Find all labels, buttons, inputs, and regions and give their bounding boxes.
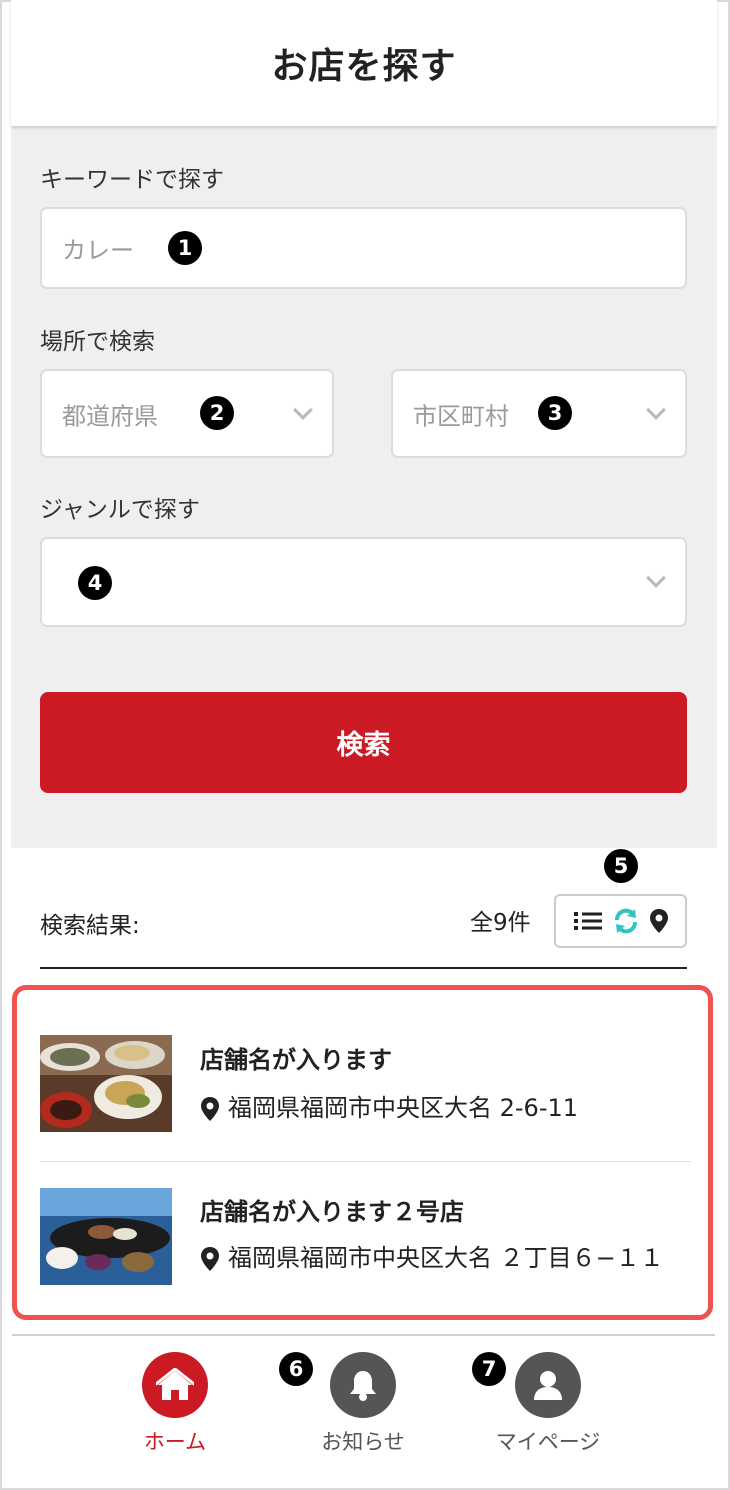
annotation-marker-6: 6 (279, 1352, 313, 1386)
prefecture-select[interactable]: 都道府県 (40, 369, 334, 458)
keyword-label: キーワードで探す (40, 167, 224, 193)
search-button-label: 検索 (336, 730, 391, 761)
annotation-marker-5: 5 (604, 849, 638, 883)
keyword-input[interactable]: カレー (40, 207, 687, 289)
annotation-marker-3: 3 (538, 396, 572, 430)
chevron-down-icon (646, 399, 666, 420)
shop-address: 福岡県福岡市中央区大名 ２丁目６−１１ (228, 1244, 664, 1272)
results-label: 検索結果: (40, 913, 140, 939)
list-item[interactable]: 店舗名が入ります２号店 福岡県福岡市中央区大名 ２丁目６−１１ (17, 1162, 708, 1315)
nav-item-mypage[interactable]: マイページ (488, 1352, 608, 1456)
page-title: お店を探す (271, 46, 457, 87)
annotation-marker-4: 4 (78, 566, 112, 600)
shop-thumbnail[interactable] (40, 1188, 172, 1285)
results-list: 店舗名が入ります 福岡県福岡市中央区大名 2-6-11 店舗名が入ります２号店 (12, 985, 713, 1320)
user-icon[interactable] (515, 1352, 581, 1418)
view-toggle[interactable] (554, 894, 687, 948)
annotation-marker-2: 2 (200, 396, 234, 430)
search-panel: キーワードで探す カレー 1 場所で検索 都道府県 2 市区町村 3 ジャンルで… (11, 126, 717, 848)
list-item[interactable]: 店舗名が入ります 福岡県福岡市中央区大名 2-6-11 (17, 990, 708, 1162)
shop-address: 福岡県福岡市中央区大名 2-6-11 (228, 1094, 579, 1122)
annotation-marker-1: 1 (168, 231, 202, 265)
chevron-down-icon (646, 568, 666, 588)
shop-name[interactable]: 店舗名が入ります (200, 1040, 392, 1075)
genre-label: ジャンルで探す (40, 497, 200, 523)
results-divider (40, 967, 687, 969)
genre-select[interactable] (40, 537, 687, 627)
city-placeholder: 市区町村 (413, 402, 509, 430)
app-header: お店を探す (11, 0, 717, 126)
refresh-icon[interactable] (613, 908, 639, 934)
shop-name[interactable]: 店舗名が入ります２号店 (200, 1192, 464, 1227)
map-pin-icon (201, 1247, 219, 1271)
nav-item-home[interactable]: ホーム (115, 1352, 235, 1456)
home-icon[interactable] (142, 1352, 208, 1418)
results-count: 全9件 (470, 910, 531, 936)
list-icon[interactable] (573, 910, 603, 932)
nav-label-notifications: お知らせ (321, 1430, 405, 1454)
nav-label-mypage: マイページ (495, 1430, 601, 1454)
chevron-down-icon (293, 399, 313, 420)
nav-item-notifications[interactable]: お知らせ (303, 1352, 423, 1456)
nav-label-home: ホーム (143, 1430, 207, 1454)
annotation-marker-7: 7 (472, 1352, 506, 1386)
location-label: 場所で検索 (40, 329, 155, 355)
prefecture-placeholder: 都道府県 (62, 402, 158, 430)
nav-divider (12, 1334, 715, 1336)
search-button[interactable]: 検索 (40, 692, 687, 793)
bell-icon[interactable] (330, 1352, 396, 1418)
shop-thumbnail[interactable] (40, 1035, 172, 1132)
keyword-placeholder: カレー (62, 236, 134, 265)
map-pin-icon (201, 1097, 219, 1121)
map-pin-icon[interactable] (649, 908, 669, 934)
